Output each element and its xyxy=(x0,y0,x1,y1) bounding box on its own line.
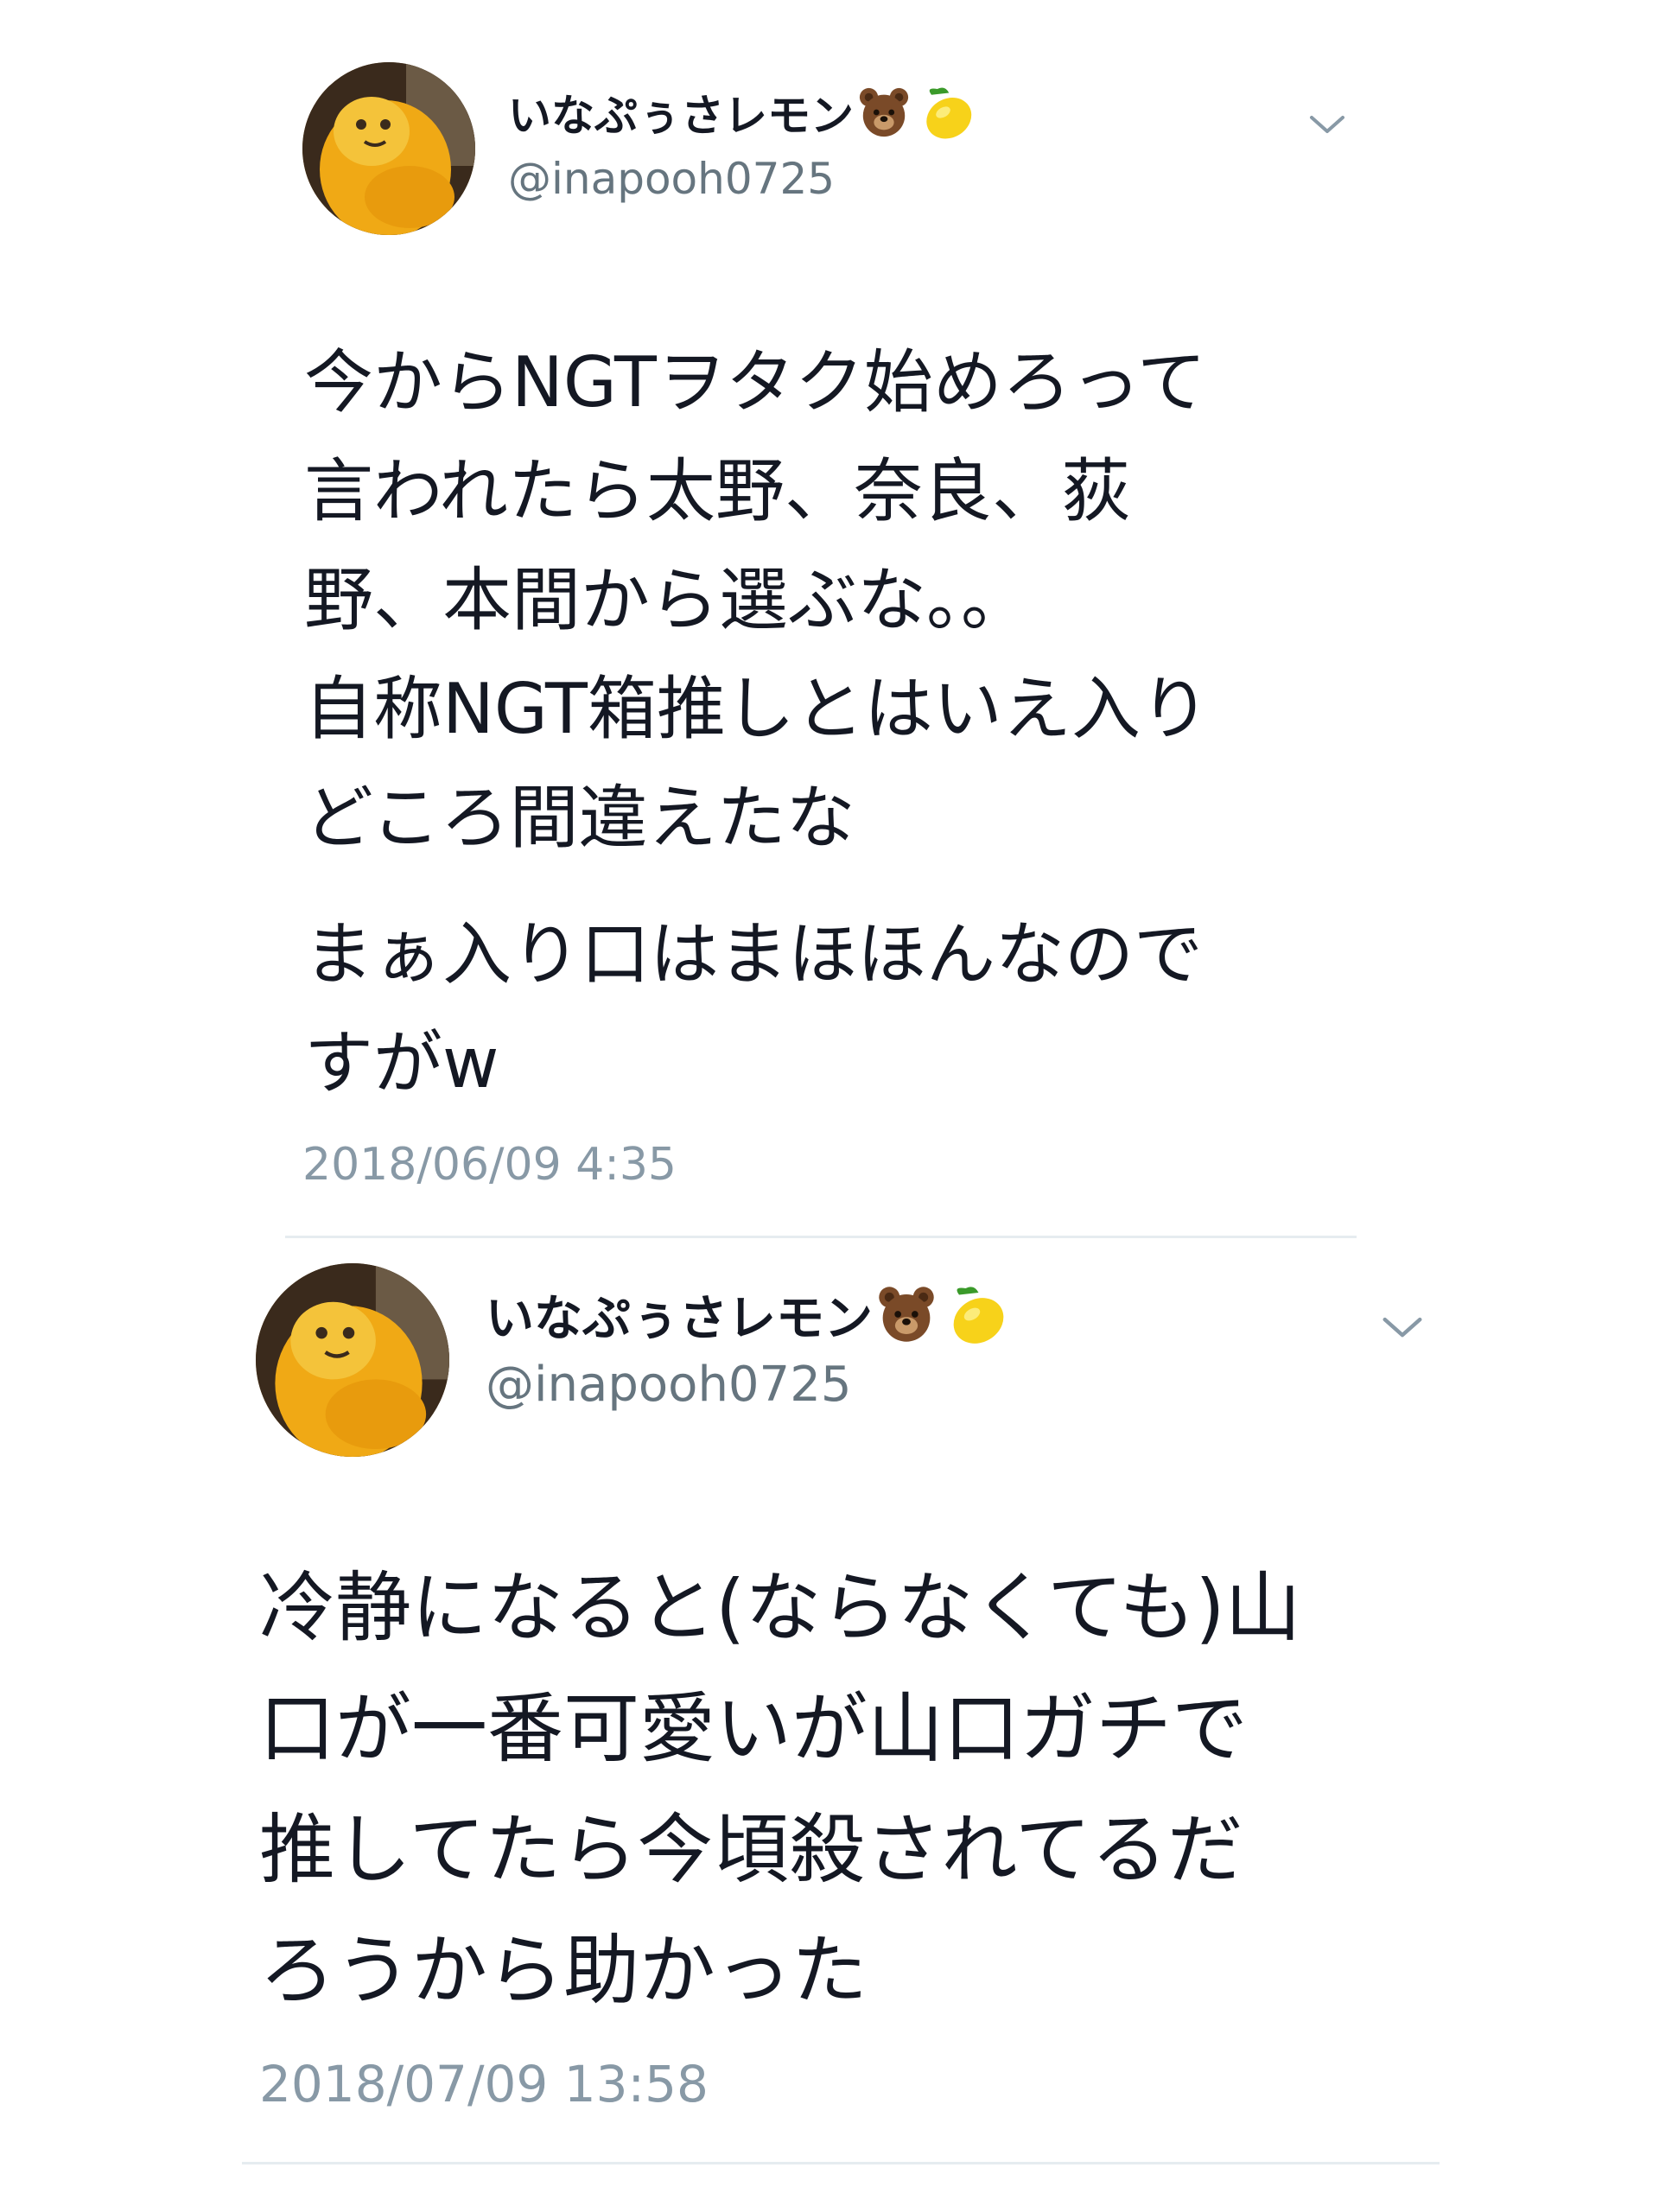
tweet-text-line: 今からNGTヲタク始めろって xyxy=(304,342,1206,423)
tweet-text-line: 自称NGT箱推しとはいえ入り xyxy=(304,669,1210,749)
tweet-text-line: まぁ入り口はまほほんなので xyxy=(304,914,1203,995)
tweet-text-line: 野、本間から選ぶな。。 xyxy=(304,560,1030,640)
display-name-text: いなぷぅさレモン xyxy=(508,91,854,141)
chevron-down-icon[interactable] xyxy=(1306,111,1348,137)
tweet-text-line: 言われたら太野、奈良、荻 xyxy=(304,451,1130,531)
avatar-image xyxy=(256,1263,449,1457)
divider xyxy=(285,1236,1357,1238)
avatar[interactable] xyxy=(256,1263,449,1457)
tweet-1: いなぷぅさレモン @inapooh0725 今からNGTヲタク始めろって 言われ… xyxy=(0,0,1659,1244)
divider xyxy=(242,2162,1440,2164)
user-handle[interactable]: @inapooh0725 xyxy=(486,1357,851,1413)
tweet-timestamp[interactable]: 2018/07/09 13:58 xyxy=(259,2055,709,2113)
tweet-text-line: 推してたら今頃殺されてるだ xyxy=(259,1805,1243,1894)
display-name[interactable]: いなぷぅさレモン xyxy=(508,85,978,141)
lemon-icon xyxy=(942,1280,1011,1349)
bear-icon xyxy=(857,86,911,139)
bear-icon xyxy=(876,1284,937,1344)
tweet-text-line: すがw xyxy=(304,1023,499,1103)
tweet-text-line: 口が一番可愛いが山口ガチで xyxy=(259,1684,1249,1773)
tweet-2: いなぷぅさレモン @inapooh0725 冷静になると(ならなくても)山 口が… xyxy=(0,1244,1659,2212)
lemon-icon xyxy=(916,81,978,143)
avatar[interactable] xyxy=(302,62,475,235)
avatar-image xyxy=(302,62,475,235)
tweet-text-line: 冷静になると(ならなくても)山 xyxy=(259,1563,1301,1652)
display-name-text: いなぷぅさレモン xyxy=(486,1290,873,1347)
tweet-timestamp[interactable]: 2018/06/09 4:35 xyxy=(302,1139,677,1191)
tweet-text-line: どころ間違えたな xyxy=(304,778,855,858)
chevron-down-icon[interactable] xyxy=(1379,1312,1426,1341)
user-handle[interactable]: @inapooh0725 xyxy=(508,154,835,204)
display-name[interactable]: いなぷぅさレモン xyxy=(486,1280,1011,1349)
tweet-text-line: ろうから助かった xyxy=(259,1926,868,2015)
